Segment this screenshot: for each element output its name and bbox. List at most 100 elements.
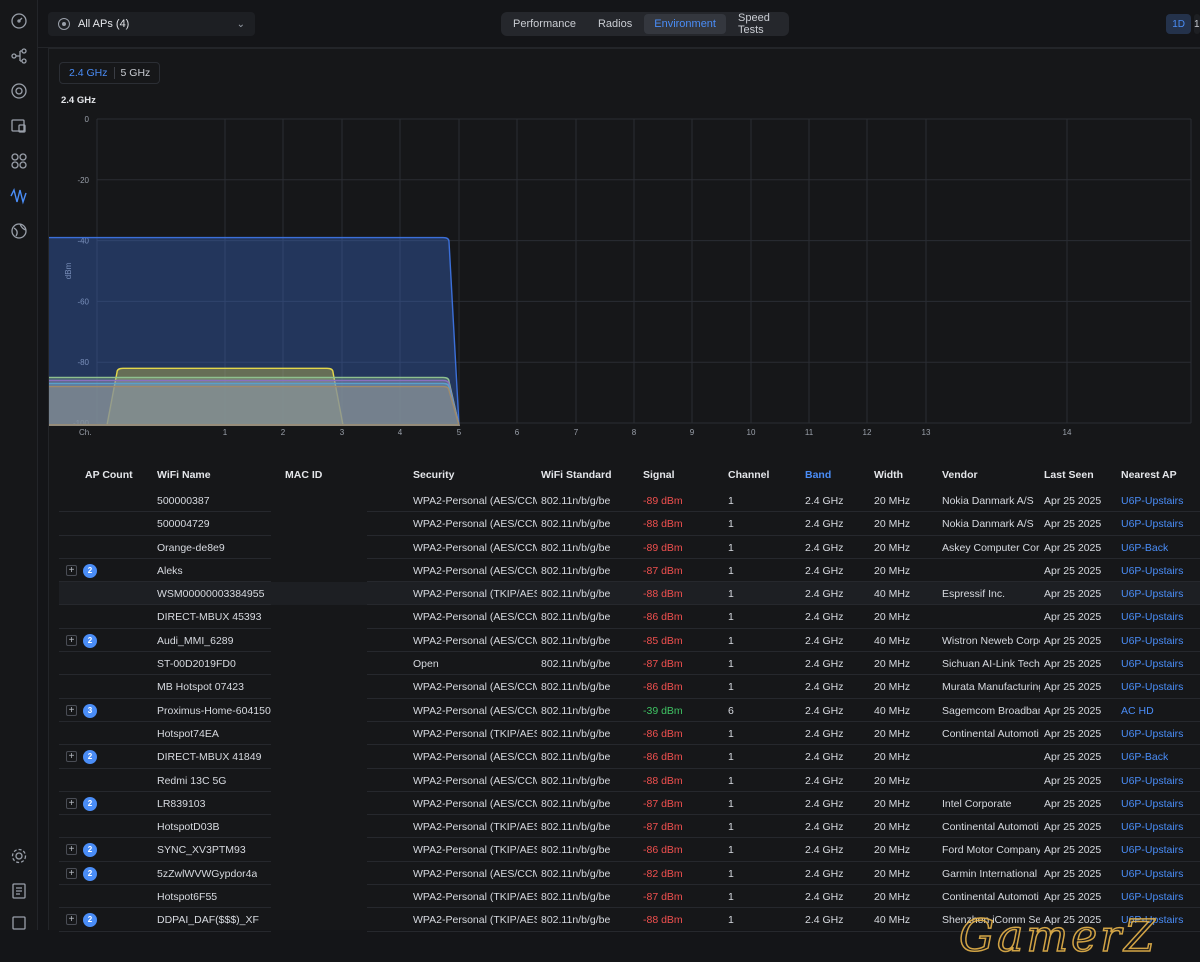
nearest-ap-link[interactable]: U6P-Upstairs <box>1121 728 1183 740</box>
table-row[interactable]: +3 Proximus-Home-604150 WPA2-Personal (AES… <box>59 699 1200 722</box>
speedometer-icon[interactable] <box>10 12 28 30</box>
table-row[interactable]: +2 Aleks WPA2-Personal (AES/CCMP 802.11n/b/… <box>59 559 1200 583</box>
cell-channel: 1 <box>728 821 734 834</box>
col-wifi-name[interactable]: WiFi Name <box>157 469 211 481</box>
table-row[interactable]: +2SYNC_XV3PTM93WPA2-Personal (TKIP/AES/C… <box>59 838 1200 862</box>
tab-radios[interactable]: Radios <box>588 14 642 34</box>
cell-band: 2.4 GHz <box>805 588 844 601</box>
table-row[interactable]: 500004729 WPA2-Personal (AES/CCMP 802.11n/… <box>59 512 1200 536</box>
logout-icon[interactable] <box>10 914 28 932</box>
col-channel[interactable]: Channel <box>728 469 769 481</box>
nearest-ap-link[interactable]: U6P-Upstairs <box>1121 891 1183 903</box>
x-tick-label: 11 <box>805 428 814 437</box>
expand-row-icon[interactable]: + <box>66 867 77 879</box>
expand-row-icon[interactable]: + <box>66 914 77 926</box>
table-row[interactable]: Hotspot6F55 WPA2-Personal (TKIP/AES/C 802.… <box>59 885 1200 909</box>
nearest-ap-link[interactable]: U6P-Upstairs <box>1121 611 1183 623</box>
col-last-seen[interactable]: Last Seen <box>1044 469 1094 481</box>
col-vendor[interactable]: Vendor <box>942 469 978 481</box>
cell-band: 2.4 GHz <box>805 797 844 810</box>
globe-icon[interactable] <box>10 222 28 240</box>
cell-last: Apr 25 2025 <box>1044 751 1102 764</box>
nearest-ap-link[interactable]: U6P-Back <box>1121 542 1168 554</box>
table-row[interactable]: Orange-de8e9 WPA2-Personal (AES/CCMP 802.1… <box>59 536 1200 559</box>
expand-row-icon[interactable]: + <box>66 634 77 646</box>
cell-band: 2.4 GHz <box>805 914 844 927</box>
expand-row-icon[interactable]: + <box>66 751 77 763</box>
cell-standard: 802.11n/b/g/be <box>541 844 611 857</box>
cell-width: 20 MHz <box>874 891 911 904</box>
table-row[interactable]: HotspotD03B WPA2-Personal (TKIP/AES/C 802.… <box>59 815 1200 839</box>
table-row[interactable]: ST-00D2019FD0 Open 802.11n/b/g/be -87 dBm 1 2… <box>59 652 1200 676</box>
channel-signal-area[interactable] <box>49 385 460 426</box>
band-5ghz-button[interactable]: 5 GHz <box>115 65 157 81</box>
cell-signal: -87 dBm <box>643 658 683 671</box>
nearest-ap-link[interactable]: U6P-Upstairs <box>1121 798 1183 810</box>
cell-width: 20 MHz <box>874 797 911 810</box>
nearest-ap-link[interactable]: U6P-Upstairs <box>1121 635 1183 647</box>
nearest-ap-link[interactable]: U6P-Upstairs <box>1121 868 1183 880</box>
col-nearest-ap[interactable]: Nearest AP <box>1121 469 1177 481</box>
cell-last: Apr 25 2025 <box>1044 611 1102 624</box>
table-row[interactable]: +2 DIRECT-MBUX 41849 WPA2-Personal (AES/CC… <box>59 745 1200 769</box>
target-icon[interactable] <box>10 82 28 100</box>
nearest-ap-link[interactable]: U6P-Upstairs <box>1121 844 1183 856</box>
nearest-ap-link[interactable]: U6P-Upstairs <box>1121 518 1183 530</box>
notes-icon[interactable] <box>10 882 28 900</box>
table-row[interactable]: DIRECT-MBUX 45393 WPA2-Personal (AES/CCMP… <box>59 605 1200 629</box>
nearest-ap-link[interactable]: U6P-Upstairs <box>1121 821 1183 833</box>
table-row[interactable]: Hotspot74EA WPA2-Personal (TKIP/AES/C 802.… <box>59 722 1200 746</box>
col-width[interactable]: Width <box>874 469 903 481</box>
cell-standard: 802.11n/b/g/be <box>541 518 611 531</box>
col-ap-count[interactable]: AP Count <box>85 469 133 481</box>
table-row[interactable]: 500000387 WPA2-Personal (AES/CCMP 802.11n/… <box>59 489 1200 513</box>
grid-icon[interactable] <box>10 152 28 170</box>
col-signal[interactable]: Signal <box>643 469 675 481</box>
cell-wifi: Redmi 13C 5G <box>157 774 227 787</box>
table-row[interactable]: +2 LR839103 WPA2-Personal (AES/CCMP 802.11n… <box>59 792 1200 816</box>
table-row[interactable]: Redmi 13C 5G WPA2-Personal (AES/CCMP 802.1… <box>59 769 1200 792</box>
nearest-ap-link[interactable]: U6P-Upstairs <box>1121 495 1183 507</box>
cell-channel: 1 <box>728 634 734 647</box>
table-row[interactable]: +2 5zZwlWVWGypdor4a WPA2-Personal (AES/CCM… <box>59 862 1200 886</box>
cell-last: Apr 25 2025 <box>1044 564 1102 577</box>
tab-environment[interactable]: Environment <box>644 14 726 34</box>
expand-row-icon[interactable]: + <box>66 704 77 716</box>
ap-count-badge: 3 <box>83 703 97 718</box>
range-next[interactable]: 1 <box>1194 14 1200 34</box>
row-divider <box>59 930 271 932</box>
band-24ghz-button[interactable]: 2.4 GHz <box>63 65 114 81</box>
col-wifi-standard[interactable]: WiFi Standard <box>541 469 612 481</box>
table-row[interactable]: WSM00000003384955 WPA2-Personal (TKIP/AES… <box>59 582 1200 606</box>
devices-icon[interactable] <box>10 117 28 135</box>
ap-count-badge: 2 <box>83 633 97 648</box>
nearest-ap-link[interactable]: U6P-Upstairs <box>1121 681 1183 693</box>
cell-wifi: Hotspot6F55 <box>157 891 218 904</box>
nearest-ap-link[interactable]: U6P-Upstairs <box>1121 775 1183 787</box>
gear-icon[interactable] <box>10 847 28 865</box>
expand-row-icon[interactable]: + <box>66 844 77 856</box>
nearest-ap-link[interactable]: U6P-Upstairs <box>1121 565 1183 577</box>
cell-standard: 802.11n/b/g/be <box>541 867 611 880</box>
nearest-ap-link[interactable]: U6P-Upstairs <box>1121 658 1183 670</box>
topology-icon[interactable] <box>10 47 28 65</box>
ap-select-dropdown[interactable]: All APs (4) ⌄ <box>48 12 255 36</box>
col-security[interactable]: Security <box>413 469 454 481</box>
nearest-ap-link[interactable]: U6P-Back <box>1121 751 1168 763</box>
tab-performance[interactable]: Performance <box>503 14 586 34</box>
expand-row-icon[interactable]: + <box>66 797 77 809</box>
table-row[interactable]: MB Hotspot 07423 WPA2-Personal (AES/CCMP 8… <box>59 675 1200 699</box>
nearest-ap-link[interactable]: U6P-Upstairs <box>1121 588 1183 600</box>
cell-signal: -88 dBm <box>643 518 683 531</box>
col-mac-id[interactable]: MAC ID <box>285 469 322 481</box>
table-row[interactable]: +2 Audi_MMI_6289 WPA2-Personal (AES/CCMP 80… <box>59 629 1200 653</box>
waves-icon[interactable] <box>10 187 28 205</box>
nearest-ap-link[interactable]: AC HD <box>1121 705 1154 717</box>
cell-wifi: 500000387 <box>157 495 210 507</box>
expand-row-icon[interactable]: + <box>66 564 77 576</box>
col-band[interactable]: Band <box>805 469 831 481</box>
tab-speed-tests[interactable]: Speed Tests <box>728 12 787 36</box>
cell-security: WPA2-Personal (AES/CCMP <box>413 495 537 507</box>
range-1d[interactable]: 1D <box>1166 14 1191 34</box>
row-background <box>59 792 1200 815</box>
